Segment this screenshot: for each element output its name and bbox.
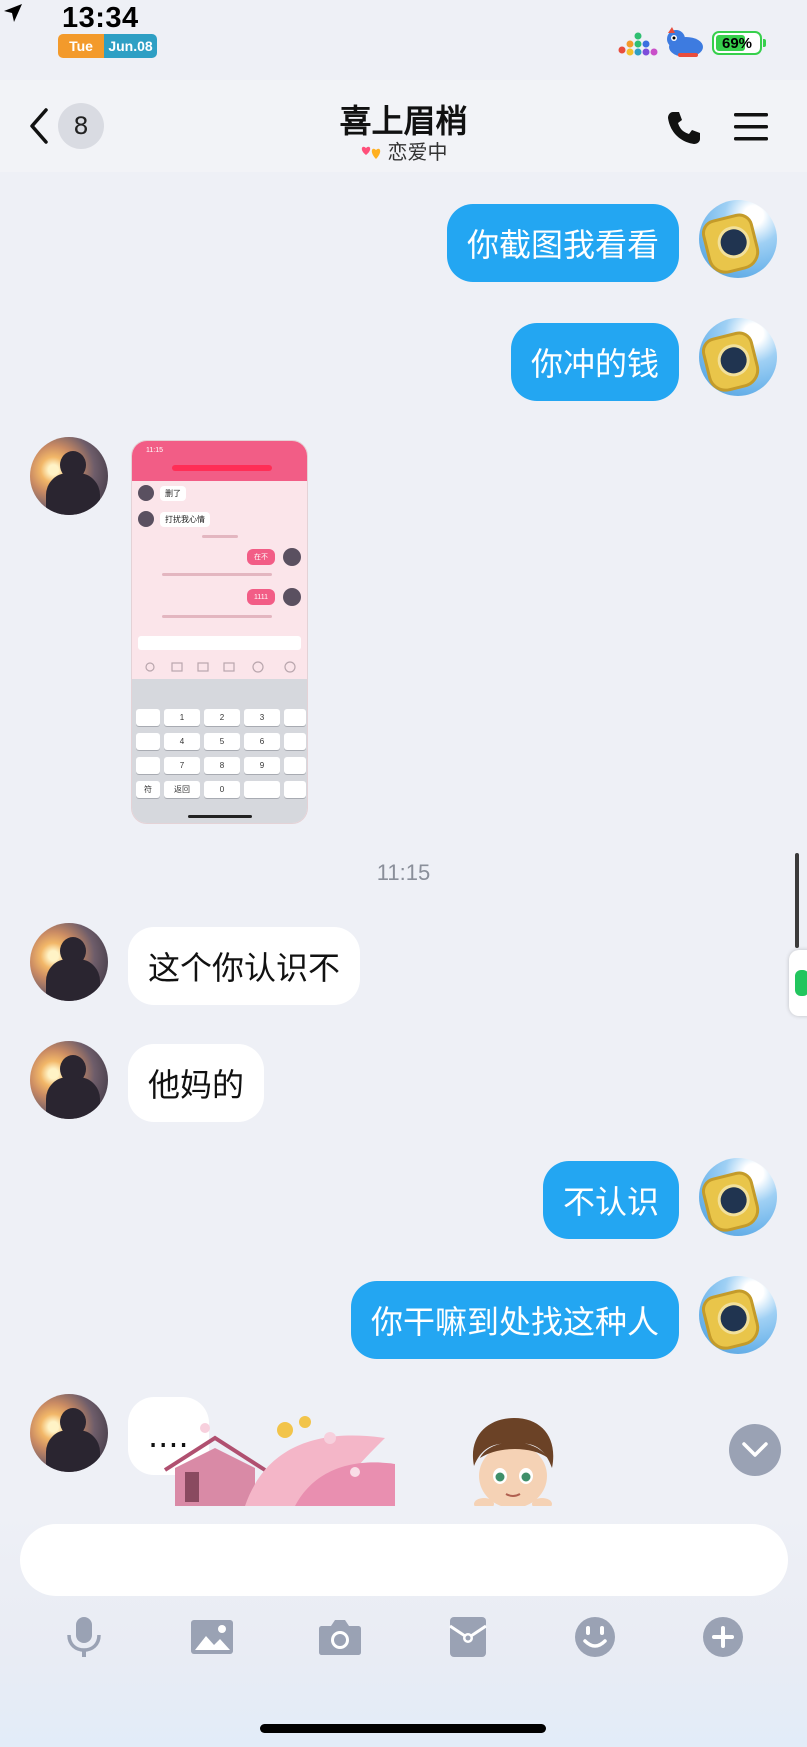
screenshot-home-bar	[188, 815, 252, 818]
pet-icon	[667, 27, 703, 57]
screenshot-key: 符	[136, 781, 160, 798]
self-avatar[interactable]	[699, 1276, 777, 1354]
screenshot-avatar	[283, 588, 301, 606]
location-arrow-icon	[4, 4, 22, 22]
screenshot-key: 返回	[164, 781, 200, 798]
contact-avatar[interactable]	[30, 1041, 108, 1119]
message-bubble-self[interactable]: 你冲的钱	[510, 323, 679, 401]
date-badge: Tue Jun.08	[58, 34, 157, 58]
message-timestamp: 11:15	[376, 860, 431, 885]
input-area	[0, 1506, 807, 1747]
message-bubble-contact[interactable]: 他妈的	[128, 1044, 265, 1122]
home-indicator[interactable]	[260, 1724, 546, 1733]
cartoon-boy-sticker	[472, 1418, 554, 1506]
self-avatar[interactable]	[699, 318, 777, 396]
emoji-icon	[575, 1617, 615, 1657]
screenshot-key: 9	[244, 757, 280, 774]
screenshot-key: 1	[164, 709, 200, 726]
screenshot-sent: 1111	[246, 589, 275, 605]
menu-icon[interactable]	[732, 110, 770, 144]
red-packet-button[interactable]	[443, 1612, 493, 1662]
contact-avatar[interactable]	[30, 923, 108, 1001]
screenshot-note-line	[162, 615, 272, 618]
battery-nub	[763, 39, 766, 47]
image-icon	[191, 1620, 233, 1654]
self-avatar[interactable]	[699, 1158, 777, 1236]
screenshot-key	[284, 709, 306, 726]
date-date: Jun.08	[104, 34, 157, 58]
microphone-icon	[67, 1617, 101, 1657]
screenshot-key: 7	[164, 757, 200, 774]
screenshot-key	[136, 733, 160, 750]
contact-avatar[interactable]	[30, 1394, 108, 1472]
screenshot-input	[138, 636, 301, 650]
contact-avatar[interactable]	[30, 437, 108, 515]
message-input[interactable]	[20, 1524, 788, 1596]
screenshot-row: 删了	[138, 485, 186, 501]
scroll-to-bottom-button[interactable]	[729, 1424, 781, 1476]
screenshot-key: 8	[204, 757, 240, 774]
plus-circle-icon	[703, 1617, 743, 1657]
date-day: Tue	[58, 34, 104, 58]
flower-sticker	[163, 1416, 395, 1506]
screenshot-key: 0	[204, 781, 240, 798]
screenshot-row-text: 删了	[160, 485, 186, 501]
screenshot-row: 打扰我心情	[138, 511, 210, 527]
relationship-status-text: 恋爱中	[387, 140, 448, 164]
image-message-screenshot[interactable]: 11:15 删了 打扰我心情 在不 1111 1 2 3 4 5 6 7 8 9…	[131, 440, 308, 824]
signal-dots-icon	[618, 32, 658, 56]
screenshot-key: 4	[164, 733, 200, 750]
scrollbar[interactable]	[795, 853, 799, 948]
screenshot-key: 6	[244, 733, 280, 750]
screenshot-keyboard: 1 2 3 4 5 6 7 8 9 0 符 返回	[132, 679, 307, 823]
screenshot-sent: 在不	[247, 549, 275, 565]
hearts-icon	[361, 146, 380, 159]
screenshot-key: 2	[204, 709, 240, 726]
screenshot-key: 5	[204, 733, 240, 750]
screenshot-toolbar-icons	[145, 661, 296, 673]
screenshot-row-text: 打扰我心情	[160, 511, 210, 527]
battery-percent: 69%	[721, 34, 753, 52]
message-bubble-contact[interactable]: 这个你认识不	[128, 927, 361, 1005]
screenshot-key	[136, 709, 160, 726]
red-packet-icon	[449, 1617, 487, 1657]
message-bubble-self[interactable]: 不认识	[542, 1161, 679, 1239]
screenshot-time: 11:15	[146, 447, 163, 454]
screenshot-key	[136, 757, 160, 774]
screenshot-key	[244, 781, 280, 798]
self-avatar[interactable]	[699, 200, 777, 278]
image-button[interactable]	[187, 1612, 237, 1662]
emoji-button[interactable]	[570, 1612, 620, 1662]
phone-icon[interactable]	[664, 108, 704, 148]
camera-icon	[319, 1620, 361, 1655]
chat-header: 8 喜上眉梢 恋爱中	[0, 80, 807, 172]
screenshot-key	[284, 757, 306, 774]
voice-button[interactable]	[59, 1612, 109, 1662]
screenshot-key	[284, 781, 306, 798]
input-toolbar	[0, 1612, 807, 1672]
screenshot-note-line	[162, 573, 272, 576]
screenshot-header: 11:15	[132, 441, 307, 481]
status-time: 13:34	[62, 2, 139, 34]
camera-button[interactable]	[315, 1612, 365, 1662]
screenshot-time-line	[202, 535, 238, 538]
battery-indicator: 69%	[712, 31, 766, 55]
message-bubble-self[interactable]: 你干嘛到处找这种人	[350, 1281, 679, 1359]
more-button[interactable]	[698, 1612, 748, 1662]
floating-side-tab[interactable]	[789, 950, 807, 1016]
chevron-down-icon	[742, 1442, 768, 1457]
screenshot-avatar	[283, 548, 301, 566]
status-bar: 13:34 Tue Jun.08 69%	[0, 0, 807, 80]
screenshot-key: 3	[244, 709, 280, 726]
screenshot-title-bar	[172, 465, 272, 471]
screenshot-key	[284, 733, 306, 750]
message-bubble-self[interactable]: 你截图我看看	[446, 204, 679, 282]
